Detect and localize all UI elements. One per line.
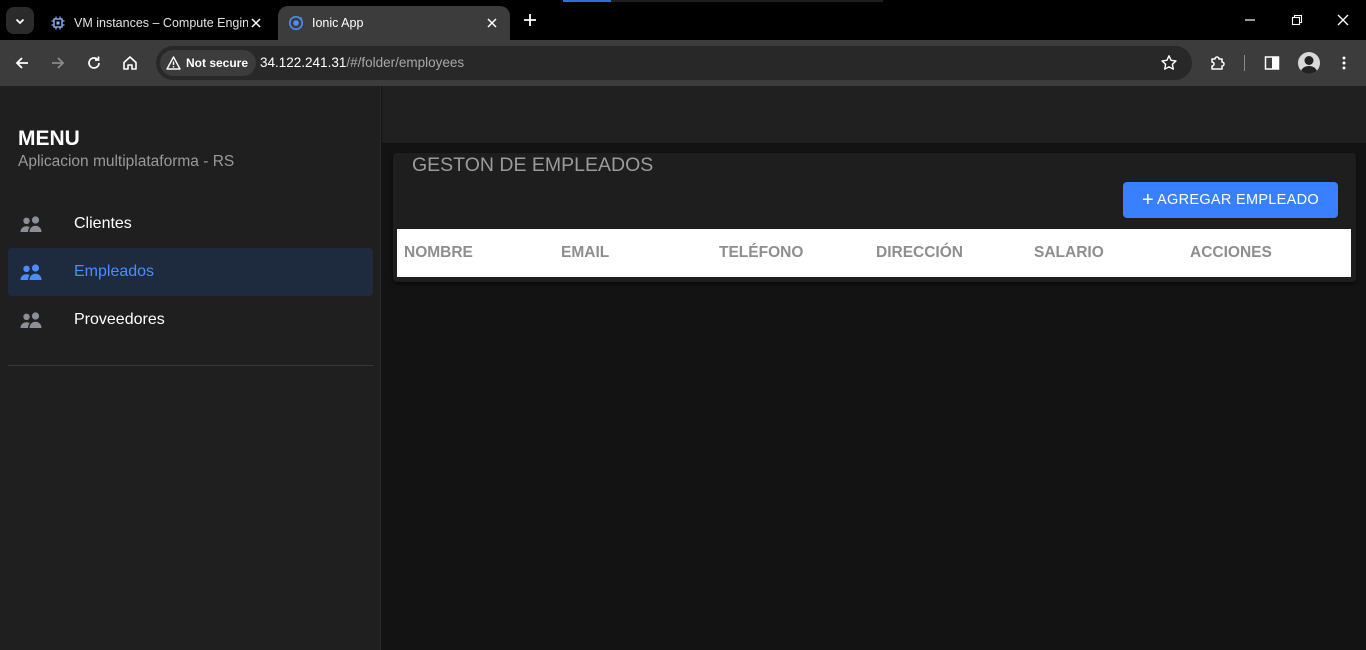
- arrow-right-icon: [52, 57, 65, 69]
- side-panel-button[interactable]: [1260, 51, 1284, 75]
- sidebar-item-label: Clientes: [74, 215, 132, 232]
- page-title: GESTON DE EMPLEADOS: [412, 154, 654, 176]
- tab-ionic-app[interactable]: Ionic App: [278, 6, 510, 40]
- warning-icon: [166, 56, 181, 70]
- column-header-email: EMAIL: [561, 244, 610, 261]
- reload-button[interactable]: [82, 51, 106, 75]
- avatar[interactable]: [1298, 52, 1320, 74]
- plus-icon: [524, 14, 536, 26]
- tab-title: VM instances – Compute Engine: [74, 16, 248, 30]
- browser-toolbar: Not secure 34.122.241.31/#/folder/employ…: [0, 40, 1366, 86]
- column-header-salario: SALARIO: [1034, 244, 1104, 261]
- drag-indicator: [611, 0, 883, 2]
- minimize-button[interactable]: [1240, 10, 1260, 30]
- puzzle-icon: [1211, 56, 1225, 70]
- tab-vm-instances[interactable]: VM instances – Compute Engine: [40, 6, 274, 40]
- people-icon: [18, 310, 44, 330]
- url-path: /#/folder/employees: [346, 55, 465, 70]
- close-icon[interactable]: [484, 15, 500, 31]
- url-host: 34.122.241.31: [260, 55, 347, 70]
- minimize-icon: [1245, 19, 1255, 21]
- sidebar-item-proveedores[interactable]: Proveedores: [8, 296, 373, 344]
- more-vertical-icon: [1342, 56, 1346, 70]
- browser-menu-button[interactable]: [1332, 51, 1356, 75]
- column-header-telefono: TELÉFONO: [719, 244, 804, 261]
- url-text[interactable]: 34.122.241.31/#/folder/employees: [260, 55, 464, 70]
- main-content: GESTON DE EMPLEADOS + AGREGAR EMPLEADO NO…: [382, 86, 1366, 650]
- reload-icon: [88, 56, 100, 69]
- side-menu: MENU Aplicacion multiplataforma - RS Cli…: [0, 86, 381, 650]
- ionic-icon: [288, 15, 304, 31]
- new-tab-button[interactable]: [518, 10, 542, 30]
- menu-divider: [8, 365, 373, 366]
- arrow-left-icon: [15, 57, 28, 69]
- add-employee-label: AGREGAR EMPLEADO: [1157, 192, 1319, 208]
- employees-card: GESTON DE EMPLEADOS + AGREGAR EMPLEADO NO…: [393, 153, 1356, 282]
- security-chip[interactable]: Not secure: [160, 50, 257, 76]
- column-header-acciones: ACCIONES: [1190, 244, 1272, 261]
- restore-icon: [1291, 14, 1303, 26]
- people-icon: [18, 262, 44, 282]
- tab-search-button[interactable]: [6, 7, 34, 34]
- sidebar-item-label: Proveedores: [74, 311, 165, 328]
- close-window-button[interactable]: [1333, 10, 1353, 30]
- menu-subtitle: Aplicacion multiplataforma - RS: [18, 153, 235, 170]
- menu-title: MENU: [18, 127, 80, 150]
- sidebar-item-clientes[interactable]: Clientes: [8, 200, 373, 248]
- star-icon[interactable]: [1160, 54, 1178, 72]
- toolbar-divider: [1244, 55, 1245, 71]
- close-icon: [1337, 14, 1349, 26]
- tab-title: Ionic App: [312, 16, 364, 30]
- column-header-direccion: DIRECCIÓN: [876, 244, 963, 261]
- page-header: [382, 86, 1366, 143]
- back-button[interactable]: [10, 51, 34, 75]
- extensions-button[interactable]: [1206, 51, 1230, 75]
- home-icon: [123, 56, 137, 70]
- chevron-down-icon: [15, 18, 25, 24]
- add-employee-button[interactable]: + AGREGAR EMPLEADO: [1123, 182, 1338, 218]
- drag-indicator: [563, 0, 611, 2]
- plus-icon: +: [1142, 189, 1155, 211]
- close-icon[interactable]: [248, 15, 264, 31]
- security-label: Not secure: [186, 56, 249, 70]
- column-header-nombre: NOMBRE: [404, 244, 473, 261]
- restore-button[interactable]: [1287, 10, 1307, 30]
- forward-button[interactable]: [46, 51, 70, 75]
- table-header: NOMBRE EMAIL TELÉFONO DIRECCIÓN SALARIO …: [397, 229, 1351, 277]
- browser-tab-bar: VM instances – Compute Engine Ionic App: [0, 0, 1366, 40]
- chip-icon: [50, 15, 66, 31]
- app-root: MENU Aplicacion multiplataforma - RS Cli…: [0, 86, 1366, 650]
- profile-icon: [1300, 56, 1318, 74]
- sidebar-item-empleados[interactable]: Empleados: [8, 248, 373, 296]
- home-button[interactable]: [118, 51, 142, 75]
- side-panel-icon: [1264, 56, 1280, 70]
- sidebar-item-label: Empleados: [74, 263, 155, 280]
- people-icon: [18, 214, 44, 234]
- address-bar[interactable]: Not secure 34.122.241.31/#/folder/employ…: [156, 46, 1192, 80]
